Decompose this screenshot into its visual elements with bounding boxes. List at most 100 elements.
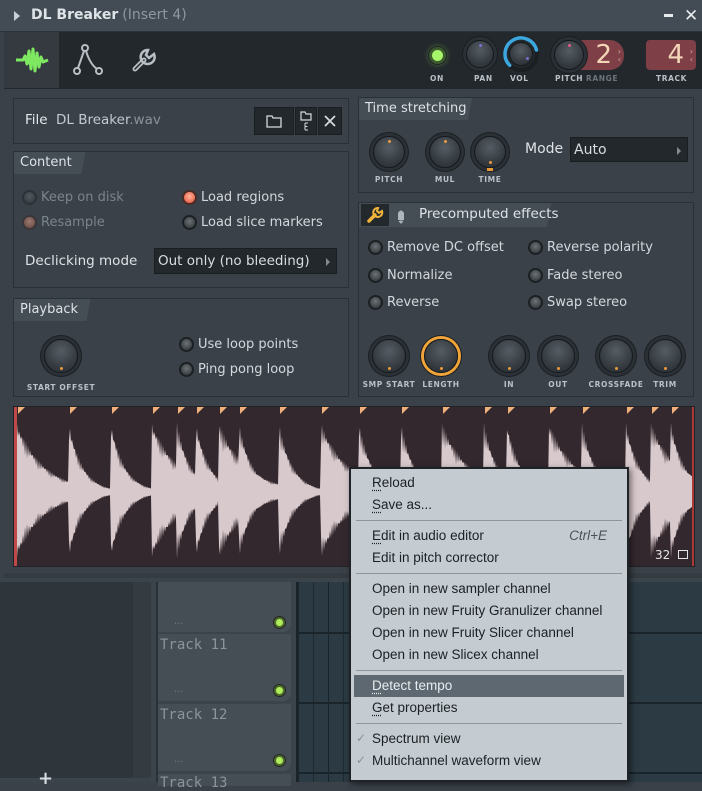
remove-dc-offset-option[interactable]: Remove DC offset bbox=[368, 240, 504, 255]
length-knob[interactable] bbox=[424, 339, 458, 373]
track-header[interactable]: Track 12 ... bbox=[158, 704, 291, 771]
knob-indicator bbox=[664, 367, 667, 370]
slice-marker[interactable] bbox=[672, 407, 679, 414]
collapse-arrow-icon[interactable] bbox=[14, 11, 20, 21]
track-mute-led[interactable] bbox=[274, 617, 285, 628]
slice-marker[interactable] bbox=[550, 407, 557, 414]
slice-marker[interactable] bbox=[360, 407, 367, 414]
knob-indicator bbox=[388, 140, 391, 143]
slice-marker[interactable] bbox=[240, 407, 247, 414]
add-track-button[interactable]: + bbox=[38, 768, 53, 789]
slice-marker[interactable] bbox=[485, 407, 492, 414]
fade-out-knob[interactable] bbox=[541, 339, 575, 373]
radio-led bbox=[182, 190, 197, 205]
slice-marker[interactable] bbox=[220, 407, 227, 414]
menu-item-multichannel-waveform-view[interactable]: Multichannel waveform view ✓ bbox=[351, 750, 627, 772]
reverse-polarity-option[interactable]: Reverse polarity bbox=[528, 240, 653, 255]
tab-envelope[interactable] bbox=[60, 32, 115, 88]
menu-item-edit-in-pitch-corrector[interactable]: Edit in pitch corrector bbox=[351, 547, 627, 569]
fade-stereo-option[interactable]: Fade stereo bbox=[528, 268, 623, 283]
menu-item-open-in-new-fruity-granulizer-channel[interactable]: Open in new Fruity Granulizer channel bbox=[351, 600, 627, 622]
zoom-toggle-icon[interactable] bbox=[678, 550, 688, 559]
slice-marker[interactable] bbox=[112, 407, 119, 414]
tab-sample-settings[interactable] bbox=[4, 32, 59, 88]
slice-marker[interactable] bbox=[508, 407, 515, 414]
slice-marker[interactable] bbox=[443, 407, 450, 414]
normalize-option[interactable]: Normalize bbox=[368, 268, 452, 283]
vol-label: VOL bbox=[510, 74, 529, 83]
ts-pitch-knob[interactable] bbox=[373, 136, 405, 168]
keep-on-disk-option[interactable]: Keep on disk bbox=[22, 190, 124, 205]
pan-knob[interactable] bbox=[466, 40, 494, 68]
slice-marker[interactable] bbox=[583, 407, 590, 414]
slice-marker[interactable] bbox=[70, 407, 77, 414]
slice-marker[interactable] bbox=[197, 407, 204, 414]
menu-item-open-in-new-fruity-slicer-channel[interactable]: Open in new Fruity Slicer channel bbox=[351, 622, 627, 644]
slice-marker[interactable] bbox=[18, 407, 25, 414]
open-in-editor-button[interactable] bbox=[295, 107, 317, 135]
track-dots: ... bbox=[174, 616, 184, 627]
window-subtitle: (Insert 4) bbox=[122, 7, 187, 23]
stretch-mode-select[interactable]: Auto bbox=[570, 137, 688, 162]
start-offset-knob[interactable] bbox=[44, 339, 78, 373]
slice-marker[interactable] bbox=[322, 407, 329, 414]
slice-marker[interactable] bbox=[178, 407, 185, 414]
menu-item-open-in-new-slicex-channel[interactable]: Open in new Slicex channel bbox=[351, 644, 627, 666]
end-marker[interactable] bbox=[692, 407, 694, 566]
track-mute-led[interactable] bbox=[274, 685, 285, 696]
swap-stereo-option[interactable]: Swap stereo bbox=[528, 295, 627, 310]
menu-item-reload[interactable]: Reload bbox=[351, 472, 627, 494]
slice-marker[interactable] bbox=[652, 407, 659, 414]
load-regions-option[interactable]: Load regions bbox=[182, 190, 284, 205]
track-down-arrow-icon[interactable]: ‹ bbox=[690, 56, 693, 64]
clear-file-button[interactable] bbox=[318, 107, 342, 135]
menu-item-spectrum-view[interactable]: Spectrum view ✓ bbox=[351, 728, 627, 750]
track-number-box[interactable]: 4 › ‹ bbox=[646, 40, 696, 70]
menu-item-get-properties[interactable]: Get properties bbox=[351, 697, 627, 719]
wrench-icon bbox=[132, 48, 156, 72]
start-marker[interactable] bbox=[14, 407, 17, 566]
knob-indicator bbox=[388, 367, 391, 370]
ts-mul-knob[interactable] bbox=[429, 136, 461, 168]
track-header[interactable]: ... bbox=[158, 582, 291, 632]
slice-marker[interactable] bbox=[153, 407, 160, 414]
menu-item-open-in-new-sampler-channel[interactable]: Open in new sampler channel bbox=[351, 578, 627, 600]
pitch-knob[interactable] bbox=[554, 40, 584, 70]
track-mute-led[interactable] bbox=[274, 755, 285, 766]
radio-led bbox=[182, 215, 197, 230]
load-slice-markers-option[interactable]: Load slice markers bbox=[182, 215, 323, 230]
reverse-option[interactable]: Reverse bbox=[368, 295, 439, 310]
knob-indicator bbox=[440, 367, 443, 370]
close-button[interactable]: ✕ bbox=[684, 6, 698, 26]
open-file-button[interactable] bbox=[254, 107, 294, 135]
radio-led bbox=[528, 268, 543, 283]
crossfade-knob[interactable] bbox=[599, 339, 633, 373]
resample-option[interactable]: Resample bbox=[22, 215, 105, 230]
ts-time-knob[interactable] bbox=[474, 136, 506, 168]
menu-item-save-as[interactable]: Save as... bbox=[351, 494, 627, 516]
ping-pong-loop-option[interactable]: Ping pong loop bbox=[179, 362, 294, 377]
range-down-arrow-icon[interactable]: ‹ bbox=[618, 56, 621, 64]
precomputed-wrench-button[interactable] bbox=[361, 204, 389, 226]
on-label: ON bbox=[430, 74, 444, 83]
menu-item-label: Open in new Fruity Granulizer channel bbox=[372, 603, 603, 618]
smp-start-knob[interactable] bbox=[372, 339, 406, 373]
menu-item-edit-in-audio-editor[interactable]: Edit in audio editor Ctrl+E bbox=[351, 525, 627, 547]
declicking-mode-select[interactable]: Out only (no bleeding) bbox=[154, 248, 337, 274]
use-loop-points-option[interactable]: Use loop points bbox=[179, 337, 298, 352]
title-bar: DL Breaker (Insert 4) ✕ bbox=[0, 0, 702, 32]
minimize-button[interactable] bbox=[664, 14, 673, 17]
slice-marker[interactable] bbox=[627, 407, 634, 414]
radio-led bbox=[528, 295, 543, 310]
slice-marker[interactable] bbox=[402, 407, 409, 414]
track-header[interactable]: Track 13 bbox=[158, 774, 291, 791]
fade-in-knob[interactable] bbox=[492, 339, 526, 373]
vol-knob[interactable] bbox=[509, 42, 533, 66]
declicking-label: Declicking mode bbox=[25, 253, 138, 269]
trim-knob[interactable] bbox=[648, 339, 682, 373]
tab-misc-functions[interactable] bbox=[116, 32, 171, 88]
slice-marker[interactable] bbox=[280, 407, 287, 414]
track-header[interactable]: Track 11 ... bbox=[158, 634, 291, 701]
channel-on-led[interactable] bbox=[429, 47, 446, 64]
menu-item-detect-tempo[interactable]: Detect tempo bbox=[354, 675, 624, 697]
